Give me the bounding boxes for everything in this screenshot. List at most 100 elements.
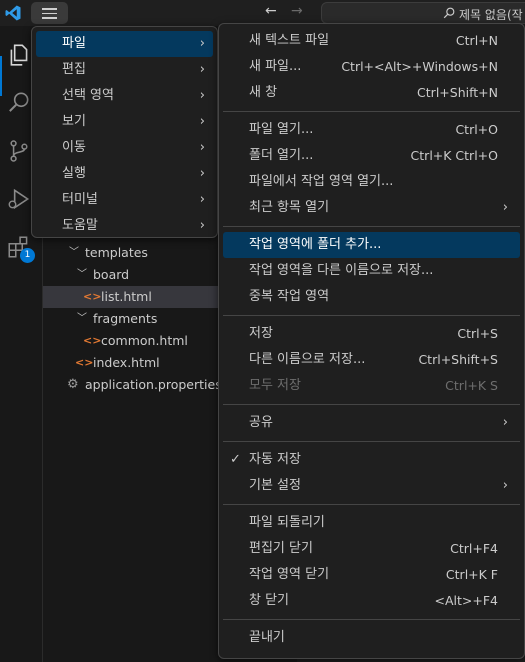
tree-file-list-html[interactable]: <> list.html bbox=[43, 286, 218, 308]
menu-item-add-folder-to-workspace[interactable]: 작업 영역에 폴더 추가... bbox=[223, 232, 520, 258]
menu-view[interactable]: 보기 › bbox=[36, 109, 213, 135]
tree-label: board bbox=[93, 267, 130, 282]
menu-item-label: 최근 항목 열기 bbox=[249, 200, 330, 215]
html-file-icon: <> bbox=[83, 334, 102, 347]
menu-item-label: 새 텍스트 파일 bbox=[249, 33, 330, 48]
menu-line bbox=[42, 17, 57, 19]
menu-item-label: 새 파일... bbox=[249, 59, 302, 74]
tree-file-common-html[interactable]: <> common.html bbox=[43, 330, 218, 352]
command-center[interactable]: 제목 없음(작 bbox=[321, 2, 525, 24]
menu-item-save[interactable]: 저장 Ctrl+S bbox=[223, 321, 520, 347]
run-debug-icon[interactable] bbox=[6, 186, 32, 212]
shortcut-label: Ctrl+<Alt>+Windows+N bbox=[341, 59, 498, 74]
menu-item-exit[interactable]: 끝내기 bbox=[223, 625, 520, 651]
tree-folder-templates[interactable]: ﹀ templates bbox=[43, 242, 218, 264]
explorer-files-icon[interactable] bbox=[6, 42, 32, 68]
menu-item-open-workspace-from-file[interactable]: 파일에서 작업 영역 열기... bbox=[223, 169, 520, 195]
shortcut-label: Ctrl+K F bbox=[445, 567, 498, 582]
chevron-down-icon: ﹀ bbox=[69, 247, 79, 258]
tree-file-index-html[interactable]: <> index.html bbox=[43, 352, 218, 374]
chevron-right-icon: › bbox=[199, 88, 205, 103]
menu-item-save-all: 모두 저장 Ctrl+K S bbox=[223, 373, 520, 399]
menu-item-label: 공유 bbox=[249, 415, 273, 430]
shortcut-label: Ctrl+Shift+N bbox=[417, 85, 498, 100]
shortcut-label: Ctrl+Shift+S bbox=[418, 352, 498, 367]
chevron-right-icon: › bbox=[199, 36, 205, 51]
menu-item-open-file[interactable]: 파일 열기... Ctrl+O bbox=[223, 117, 520, 143]
shortcut-label: Ctrl+K Ctrl+O bbox=[410, 148, 498, 163]
chevron-right-icon: › bbox=[502, 200, 508, 215]
menu-separator bbox=[223, 111, 520, 112]
vscode-logo-icon bbox=[5, 5, 21, 21]
menu-item-label: 모두 저장 bbox=[249, 378, 301, 393]
menu-item-close-workspace[interactable]: 작업 영역 닫기 Ctrl+K F bbox=[223, 562, 520, 588]
menu-item-auto-save[interactable]: ✓ 자동 저장 bbox=[223, 447, 520, 473]
search-view-icon[interactable] bbox=[6, 90, 32, 116]
chevron-right-icon: › bbox=[199, 140, 205, 155]
menu-item-new-text-file[interactable]: 새 텍스트 파일 Ctrl+N bbox=[223, 28, 520, 54]
source-control-icon[interactable] bbox=[6, 138, 32, 164]
menu-item-save-workspace-as[interactable]: 작업 영역을 다른 이름으로 저장... bbox=[223, 258, 520, 284]
menu-item-open-folder[interactable]: 폴더 열기... Ctrl+K Ctrl+O bbox=[223, 143, 520, 169]
command-center-label: 제목 없음(작 bbox=[459, 8, 523, 22]
menu-item-label: 창 닫기 bbox=[249, 593, 290, 608]
file-submenu: 새 텍스트 파일 Ctrl+N 새 파일... Ctrl+<Alt>+Windo… bbox=[218, 23, 525, 659]
chevron-right-icon: › bbox=[199, 166, 205, 181]
chevron-right-icon: › bbox=[199, 62, 205, 77]
search-icon bbox=[443, 7, 455, 19]
tree-folder-fragments[interactable]: ﹀ fragments bbox=[43, 308, 218, 330]
menu-item-close-window[interactable]: 창 닫기 <Alt>+F4 bbox=[223, 588, 520, 614]
extensions-badge: 1 bbox=[20, 248, 35, 263]
menu-item-label: 저장 bbox=[249, 326, 273, 341]
menu-line bbox=[42, 8, 57, 10]
menu-item-new-file[interactable]: 새 파일... Ctrl+<Alt>+Windows+N bbox=[223, 54, 520, 80]
tree-label: application.properties bbox=[85, 377, 222, 392]
menu-label: 편집 bbox=[62, 62, 86, 77]
html-file-icon: <> bbox=[83, 290, 102, 303]
menu-label: 실행 bbox=[62, 166, 86, 181]
menu-item-label: 파일 되돌리기 bbox=[249, 515, 325, 530]
tree-folder-board[interactable]: ﹀ board bbox=[43, 264, 218, 286]
menu-item-new-window[interactable]: 새 창 Ctrl+Shift+N bbox=[223, 80, 520, 106]
menu-separator bbox=[223, 504, 520, 505]
menu-label: 터미널 bbox=[62, 192, 98, 207]
menu-separator bbox=[223, 619, 520, 620]
chevron-right-icon: › bbox=[502, 478, 508, 493]
menu-file[interactable]: 파일 › bbox=[36, 31, 213, 57]
tree-file-application-properties[interactable]: ⚙ application.properties bbox=[43, 374, 222, 396]
menu-item-preferences[interactable]: 기본 설정 › bbox=[223, 473, 520, 499]
shortcut-label: Ctrl+F4 bbox=[450, 541, 498, 556]
forward-arrow-icon[interactable]: → bbox=[291, 3, 303, 19]
menu-item-save-as[interactable]: 다른 이름으로 저장... Ctrl+Shift+S bbox=[223, 347, 520, 373]
tree-label: common.html bbox=[101, 333, 188, 348]
menu-item-label: 새 창 bbox=[249, 85, 278, 100]
tree-label: list.html bbox=[101, 289, 152, 304]
menu-line bbox=[42, 12, 57, 14]
back-arrow-icon[interactable]: ← bbox=[265, 3, 277, 19]
menu-label: 이동 bbox=[62, 140, 86, 155]
menu-item-revert-file[interactable]: 파일 되돌리기 bbox=[223, 510, 520, 536]
application-menu-button[interactable] bbox=[31, 2, 68, 24]
menu-label: 도움말 bbox=[62, 218, 98, 233]
menu-item-open-recent[interactable]: 최근 항목 열기 › bbox=[223, 195, 520, 221]
menu-item-label: 다른 이름으로 저장... bbox=[249, 352, 366, 367]
menu-terminal[interactable]: 터미널 › bbox=[36, 187, 213, 213]
menu-item-label: 편집기 닫기 bbox=[249, 541, 313, 556]
shortcut-label: Ctrl+N bbox=[455, 33, 498, 48]
menu-item-duplicate-workspace[interactable]: 중복 작업 영역 bbox=[223, 284, 520, 310]
menu-selection[interactable]: 선택 영역 › bbox=[36, 83, 213, 109]
menu-help[interactable]: 도움말 › bbox=[36, 213, 213, 239]
menu-separator bbox=[223, 404, 520, 405]
menu-item-close-editor[interactable]: 편집기 닫기 Ctrl+F4 bbox=[223, 536, 520, 562]
chevron-down-icon: ﹀ bbox=[77, 269, 87, 280]
menubar-menu: 파일 › 편집 › 선택 영역 › 보기 › 이동 › 실행 › 터미널 › 도… bbox=[31, 26, 218, 238]
menu-go[interactable]: 이동 › bbox=[36, 135, 213, 161]
chevron-right-icon: › bbox=[199, 192, 205, 207]
shortcut-label: Ctrl+K S bbox=[445, 378, 498, 393]
menu-item-share[interactable]: 공유 › bbox=[223, 410, 520, 436]
menu-item-label: 파일에서 작업 영역 열기... bbox=[249, 174, 394, 189]
chevron-right-icon: › bbox=[199, 114, 205, 129]
active-indicator bbox=[0, 56, 2, 96]
menu-edit[interactable]: 편집 › bbox=[36, 57, 213, 83]
menu-run[interactable]: 실행 › bbox=[36, 161, 213, 187]
